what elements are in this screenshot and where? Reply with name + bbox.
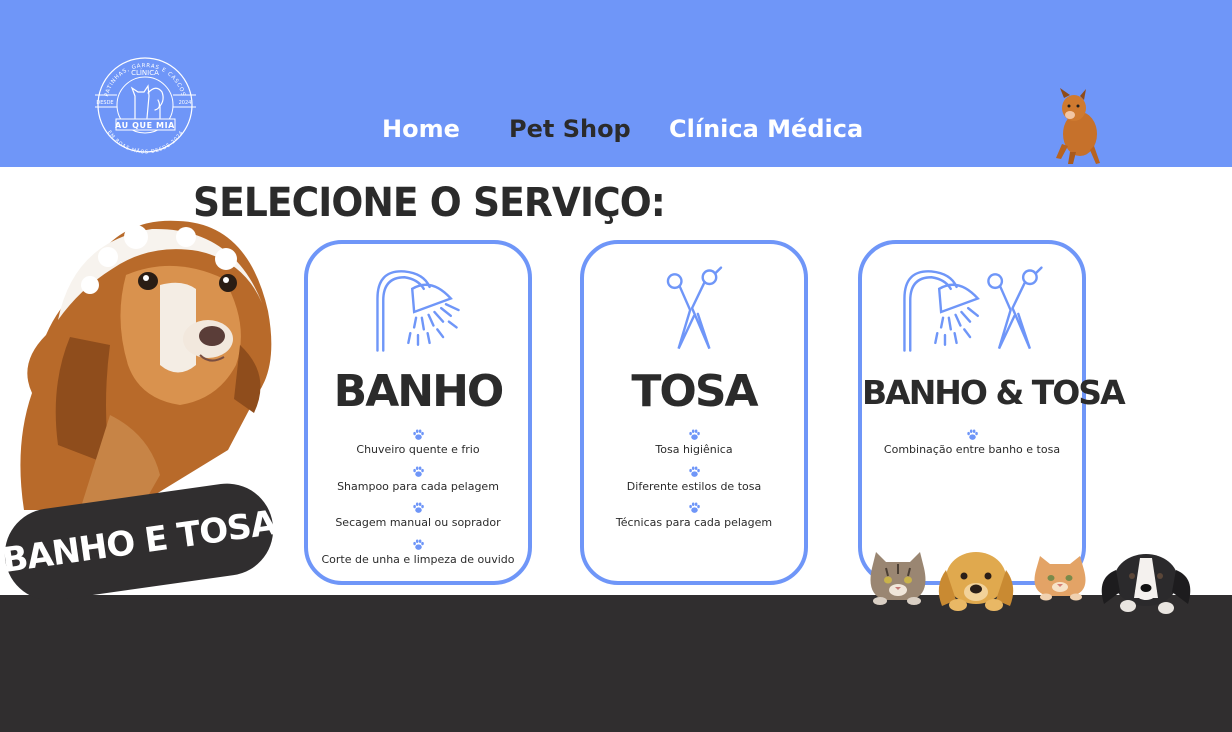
svg-text:EM BOAS MÃOS DESDE 2024: EM BOAS MÃOS DESDE 2024	[106, 130, 185, 156]
list-item: Corte de unha e limpeza de ouvido	[308, 538, 528, 575]
paw-icon	[966, 429, 978, 440]
list-item: Chuveiro quente e frio	[308, 428, 528, 465]
list-item: Diferente estilos de tosa	[584, 465, 804, 502]
scissors-icon	[666, 266, 723, 350]
service-card-tosa[interactable]: TOSA Tosa higiênica Diferente estilos de…	[580, 240, 808, 585]
list-item: Tosa higiênica	[584, 428, 804, 465]
running-dog-image	[1056, 88, 1100, 164]
peeking-pets-image	[870, 552, 1191, 614]
paw-icon	[412, 539, 424, 550]
logo-right-text: 2024	[179, 100, 192, 106]
nav-clinica-medica[interactable]: Clínica Médica	[669, 115, 863, 143]
list-item: Secagem manual ou soprador	[308, 501, 528, 538]
feature-text: Shampoo para cada pelagem	[337, 479, 499, 493]
top-header: PATINHAS, GARRAS E CASCOS CLÍNICA DESDE …	[0, 0, 1232, 167]
list-item: Combinação entre banho e tosa	[862, 428, 1082, 465]
black-white-dog	[1101, 554, 1191, 614]
paw-icon	[688, 466, 700, 477]
paw-icon	[688, 429, 700, 440]
tabby-cat	[870, 552, 926, 605]
ginger-cat	[1034, 556, 1086, 601]
paw-icon	[412, 466, 424, 477]
paw-icon	[412, 502, 424, 513]
service-card-banho[interactable]: BANHO Chuveiro quente e frio Shampoo par…	[304, 240, 532, 585]
paw-icon	[688, 502, 700, 513]
shower-scissors-icon	[903, 266, 1043, 352]
feature-list: Chuveiro quente e frio Shampoo para cada…	[308, 428, 528, 574]
pet-silhouette-icon	[130, 84, 164, 119]
card-title: TOSA	[631, 366, 758, 417]
feature-list: Tosa higiênica Diferente estilos de tosa…	[584, 428, 804, 538]
list-item: Técnicas para cada pelagem	[584, 501, 804, 538]
feature-text: Corte de unha e limpeza de ouvido	[321, 552, 515, 566]
badge-label: BANHO E TOSA	[0, 502, 279, 582]
feature-text: Combinação entre banho e tosa	[883, 443, 1061, 456]
clinic-logo[interactable]: PATINHAS, GARRAS E CASCOS CLÍNICA DESDE …	[88, 48, 203, 160]
nav-pet-shop[interactable]: Pet Shop	[509, 115, 631, 143]
shower-icon	[376, 270, 460, 352]
card-title: BANHO & TOSA	[862, 373, 1126, 412]
service-card-banho-e-tosa[interactable]: BANHO & TOSA Combinação entre banho e to…	[858, 240, 1126, 585]
logo-left-text: DESDE	[96, 100, 113, 106]
feature-text: Chuveiro quente e frio	[356, 443, 480, 456]
list-item: Shampoo para cada pelagem	[308, 465, 528, 502]
feature-text: Diferente estilos de tosa	[626, 479, 762, 493]
feature-text: Secagem manual ou soprador	[335, 516, 501, 529]
wet-dog-photo	[20, 220, 272, 510]
paw-icon	[412, 429, 424, 440]
logo-name: CLÍNICA	[131, 68, 159, 77]
golden-dog	[938, 552, 1014, 611]
nav-home[interactable]: Home	[382, 115, 460, 143]
card-title: BANHO	[333, 366, 505, 417]
feature-list: Combinação entre banho e tosa	[862, 428, 1082, 465]
feature-text: Tosa higiênica	[655, 443, 733, 456]
logo-banner: AU QUE MIA	[115, 121, 175, 130]
feature-text: Técnicas para cada pelagem	[615, 516, 773, 529]
logo-bottom-arc: EM BOAS MÃOS DESDE 2024	[106, 130, 184, 156]
